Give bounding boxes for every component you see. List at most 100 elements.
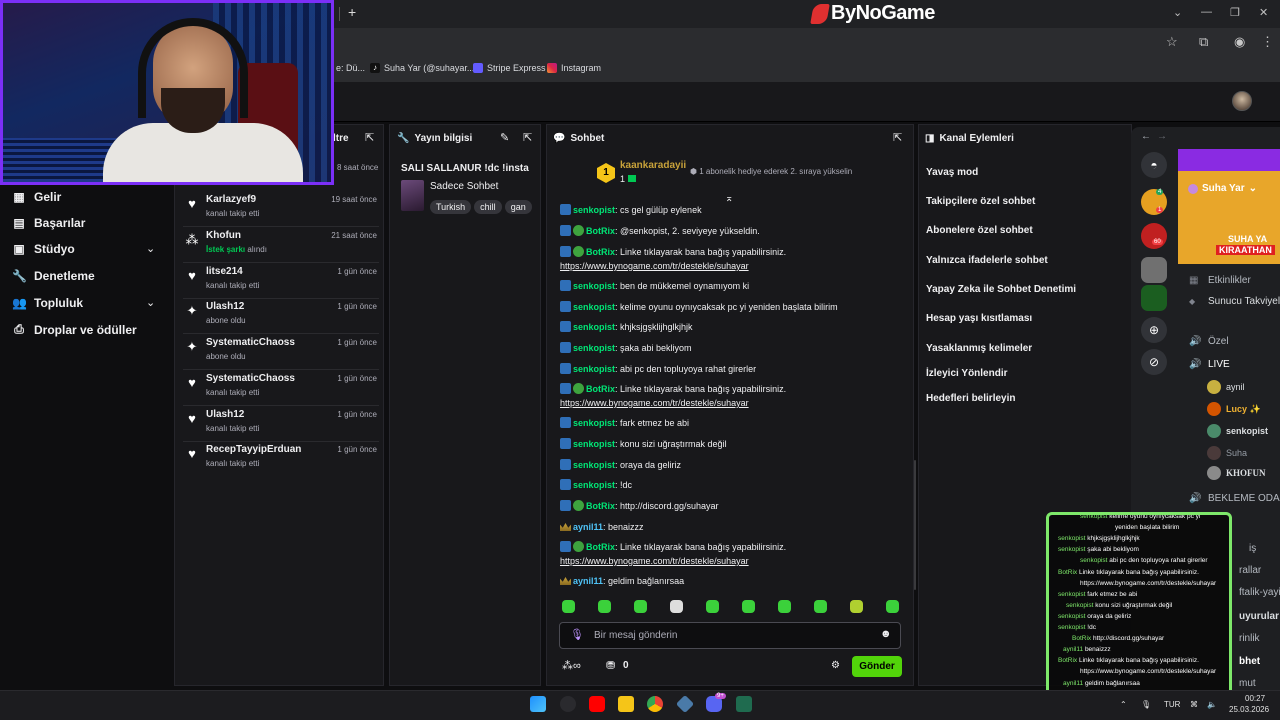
profile-icon[interactable]: ◉ (1234, 34, 1245, 50)
bits-icon[interactable]: ⛃ (606, 659, 615, 672)
channel-waiting[interactable]: BEKLEME ODAS (1208, 493, 1280, 504)
emote[interactable] (814, 600, 827, 613)
nav-item-community[interactable]: 👥 Topluluk (12, 296, 83, 310)
server-icon[interactable] (1141, 223, 1167, 249)
chat-settings-icon[interactable]: ⚙ (831, 660, 840, 671)
chevron-down-icon[interactable]: ⌄ (146, 296, 155, 309)
tag[interactable]: Turkish (430, 200, 472, 214)
popout-icon[interactable]: ⇱ (893, 131, 902, 144)
popout-icon[interactable]: ⇱ (365, 131, 374, 144)
tray-chevron-icon[interactable]: ⌃ (1120, 700, 1127, 709)
menu-icon[interactable]: ⋮ (1261, 34, 1274, 50)
channel-partial[interactable]: bhet (1239, 656, 1260, 667)
channel-partial[interactable]: ftalik-yayi (1239, 587, 1280, 598)
volume-icon[interactable]: 🔈 (1207, 700, 1217, 709)
action-emote-only[interactable]: Yalnızca ifadelerle sohbet (926, 255, 1048, 266)
chat-username[interactable]: aynil11 (573, 522, 603, 532)
emote[interactable] (634, 600, 647, 613)
gauge-icon[interactable] (560, 696, 576, 712)
clock-time[interactable]: 00:27 (1245, 694, 1265, 703)
tag[interactable]: gan (504, 200, 532, 214)
chat-link[interactable]: https://www.bynogame.com/tr/destekle/suh… (560, 398, 749, 408)
activity-item[interactable]: ✦ Ulash12 abone oldu 1 gün önce (183, 299, 379, 334)
channel-partial[interactable]: mut (1239, 678, 1256, 689)
chat-username[interactable]: senkopist (573, 480, 615, 490)
emote[interactable] (742, 600, 755, 613)
bookmark-item[interactable]: Stripe Express (473, 63, 546, 73)
emote[interactable] (562, 600, 575, 613)
chat-username[interactable]: senkopist (573, 322, 615, 332)
voice-user[interactable]: KHOFUN (1207, 466, 1266, 480)
channel-events[interactable]: Etkinlikler (1208, 275, 1251, 286)
bookmark-item[interactable]: Instagram (547, 63, 601, 73)
emote[interactable] (670, 600, 683, 613)
close-window-button[interactable]: ✕ (1259, 6, 1268, 19)
channel-partial[interactable]: rinlik (1239, 633, 1260, 644)
chat-username[interactable]: BotRix (586, 247, 615, 257)
tab-search-icon[interactable]: ⌄ (1173, 6, 1182, 19)
minimize-button[interactable]: — (1201, 6, 1212, 18)
chat-username[interactable]: senkopist (573, 205, 615, 215)
network-icon[interactable]: ⌘ (1190, 700, 1198, 709)
chat-username[interactable]: BotRix (586, 542, 615, 552)
nav-item-drops[interactable]: ⎙ Droplar ve ödüller (12, 322, 137, 337)
back-arrow-icon[interactable]: ← (1141, 131, 1151, 142)
activity-item[interactable]: ♥ Ulash12 kanalı takip etti 1 gün önce (183, 407, 379, 442)
voice-user[interactable]: Lucy ✨ (1207, 402, 1261, 416)
chrome-icon[interactable] (647, 696, 663, 712)
chat-username[interactable]: aynil11 (573, 576, 603, 586)
nav-item-revenue[interactable]: ▦ Gelir (12, 190, 61, 204)
channel-points-icon[interactable]: ⁂∞ (562, 659, 581, 672)
bookmark-item[interactable]: e: Dü... (336, 63, 365, 73)
voice-user[interactable]: aynil (1207, 380, 1245, 394)
action-subscribers-only[interactable]: Abonelere özel sohbet (926, 225, 1033, 236)
action-banned-words[interactable]: Yasaklanmış kelimeler (926, 343, 1032, 354)
activity-item[interactable]: ✦ SystematicChaoss abone oldu 1 gün önce (183, 335, 379, 370)
chat-link[interactable]: https://www.bynogame.com/tr/destekle/suh… (560, 261, 749, 271)
voice-user[interactable]: senkopist (1207, 424, 1268, 438)
microphone-tray-icon[interactable]: 🎙 (1141, 700, 1151, 709)
edit-icon[interactable]: ✎ (500, 131, 509, 144)
user-avatar[interactable] (1232, 91, 1252, 111)
clock-date[interactable]: 25.03.2026 (1229, 705, 1269, 714)
chat-username[interactable]: BotRix (586, 501, 615, 511)
action-ai-moderation[interactable]: Yapay Zeka ile Sohbet Denetimi (926, 284, 1076, 295)
chat-scrollbar[interactable] (914, 460, 916, 590)
leaderboard-user[interactable]: kaankaradayii (620, 160, 686, 171)
emote[interactable] (886, 600, 899, 613)
emote-picker-icon[interactable]: ☻ (880, 628, 892, 640)
nav-item-studio[interactable]: ▣ Stüdyo (12, 242, 74, 256)
chat-username[interactable]: senkopist (573, 302, 615, 312)
activity-item[interactable]: ⁂ Khofun İstek şarkı alındı 21 saat önce (183, 228, 379, 263)
server-icon[interactable] (1141, 257, 1167, 283)
activity-item[interactable]: ♥ litse214 kanalı takip etti 1 gün önce (183, 264, 379, 299)
channel-partial[interactable]: iş (1249, 543, 1256, 554)
channel-partial[interactable]: uyurular (1239, 611, 1279, 622)
action-goals[interactable]: Hedefleri belirleyin (926, 393, 1015, 404)
emote[interactable] (598, 600, 611, 613)
discord-home-icon[interactable]: ◓ (1141, 152, 1167, 178)
nav-item-moderation[interactable]: 🔧 Denetleme (12, 269, 95, 283)
bookmark-item[interactable]: ♪ Suha Yar (@suhayar... (370, 63, 474, 73)
tag[interactable]: chill (474, 200, 502, 214)
chat-username[interactable]: senkopist (573, 460, 615, 470)
language-indicator[interactable]: TUR (1164, 700, 1180, 709)
category-box-art[interactable] (401, 180, 424, 211)
chat-username[interactable]: BotRix (586, 226, 615, 236)
chat-username[interactable]: senkopist (573, 281, 615, 291)
chat-username[interactable]: senkopist (573, 418, 615, 428)
emote[interactable] (850, 600, 863, 613)
activity-item[interactable]: ♥ SystematicChaoss kanalı takip etti 1 g… (183, 371, 379, 406)
channel-live[interactable]: LIVE (1208, 359, 1230, 370)
chat-link[interactable]: https://www.bynogame.com/tr/destekle/suh… (560, 556, 749, 566)
add-server-icon[interactable]: ⊕ (1141, 317, 1167, 343)
chat-username[interactable]: BotRix (586, 384, 615, 394)
channel-boost[interactable]: Sunucu Takviyel (1208, 296, 1280, 307)
voice-user[interactable]: Suha (1207, 446, 1247, 460)
microphone-icon[interactable]: 🎙 (570, 628, 584, 641)
activity-item[interactable]: ♥ Karlazyef9 kanalı takip etti 19 saat ö… (183, 192, 379, 227)
chat-username[interactable]: senkopist (573, 439, 615, 449)
discover-icon[interactable]: ⊘ (1141, 349, 1167, 375)
channel-partial[interactable]: rallar (1239, 565, 1261, 576)
emote[interactable] (778, 600, 791, 613)
